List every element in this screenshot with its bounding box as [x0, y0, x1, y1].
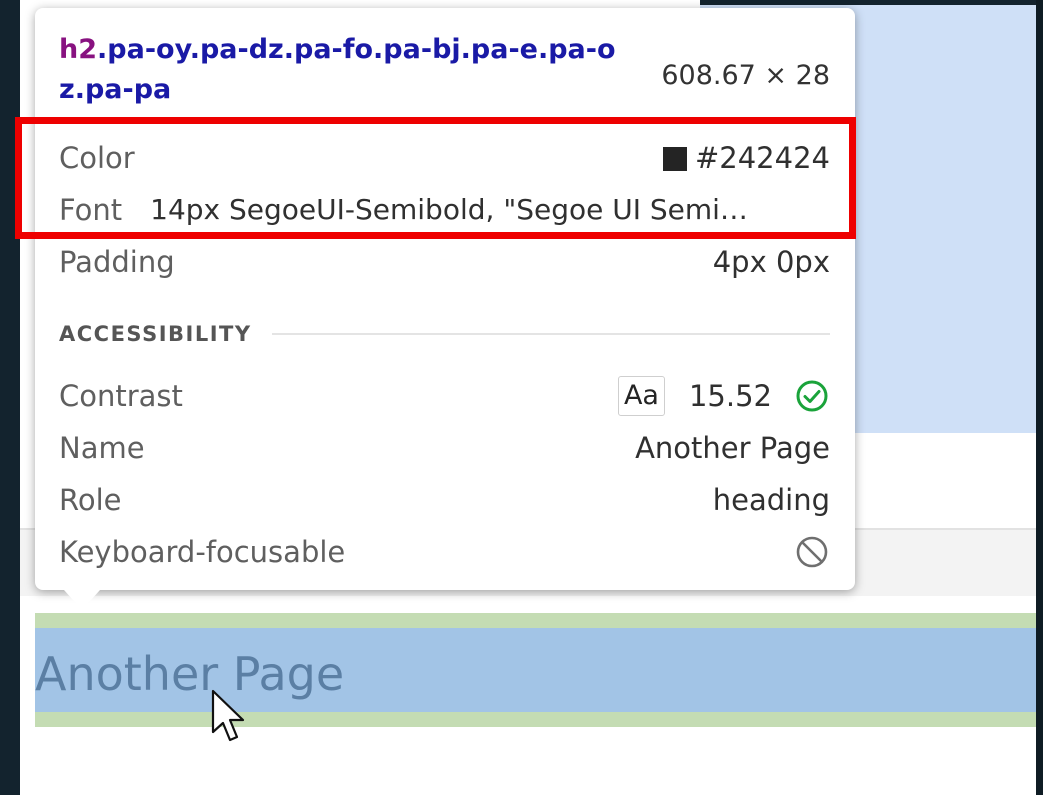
screen: Another Page h2.pa-oy.pa-dz.pa-fo.pa-bj.… — [0, 0, 1043, 795]
accessibility-header: ACCESSIBILITY — [59, 322, 252, 346]
red-highlight-box — [15, 117, 856, 239]
role-label: Role — [59, 483, 122, 517]
role-row: Role heading — [59, 478, 830, 522]
contrast-row: Contrast Aa 15.52 — [59, 374, 830, 418]
not-allowed-icon — [794, 534, 830, 570]
padding-value: 4px 0px — [712, 245, 830, 279]
keyboard-focusable-label: Keyboard-focusable — [59, 535, 346, 569]
contrast-sample: Aa — [617, 376, 665, 416]
inspect-tooltip: h2.pa-oy.pa-dz.pa-fo.pa-bj.pa-e.pa-oz.pa… — [35, 8, 855, 590]
element-tag: h2 — [59, 34, 98, 65]
keyboard-focusable-row: Keyboard-focusable — [59, 530, 830, 574]
name-value: Another Page — [635, 431, 830, 465]
mouse-cursor-icon — [210, 688, 250, 748]
check-circle-icon — [794, 378, 830, 414]
element-size: 608.67 × 28 — [661, 60, 830, 91]
role-value: heading — [712, 483, 830, 517]
name-row: Name Another Page — [59, 426, 830, 470]
desktop-right-edge — [1036, 0, 1043, 795]
name-label: Name — [59, 431, 145, 465]
padding-row: Padding 4px 0px — [59, 240, 830, 284]
padding-label: Padding — [59, 245, 175, 279]
page-heading[interactable]: Another Page — [35, 644, 344, 704]
element-selector: h2.pa-oy.pa-dz.pa-fo.pa-bj.pa-e.pa-oz.pa… — [59, 30, 629, 110]
section-rule — [271, 333, 830, 335]
element-classes: .pa-oy.pa-dz.pa-fo.pa-bj.pa-e.pa-oz.pa-p… — [59, 34, 616, 105]
contrast-ratio: 15.52 — [688, 379, 772, 413]
contrast-label: Contrast — [59, 379, 183, 413]
tooltip-arrow — [64, 590, 100, 610]
contrast-value-wrap: Aa 15.52 — [617, 374, 830, 418]
accessibility-section-header: ACCESSIBILITY — [59, 316, 830, 352]
